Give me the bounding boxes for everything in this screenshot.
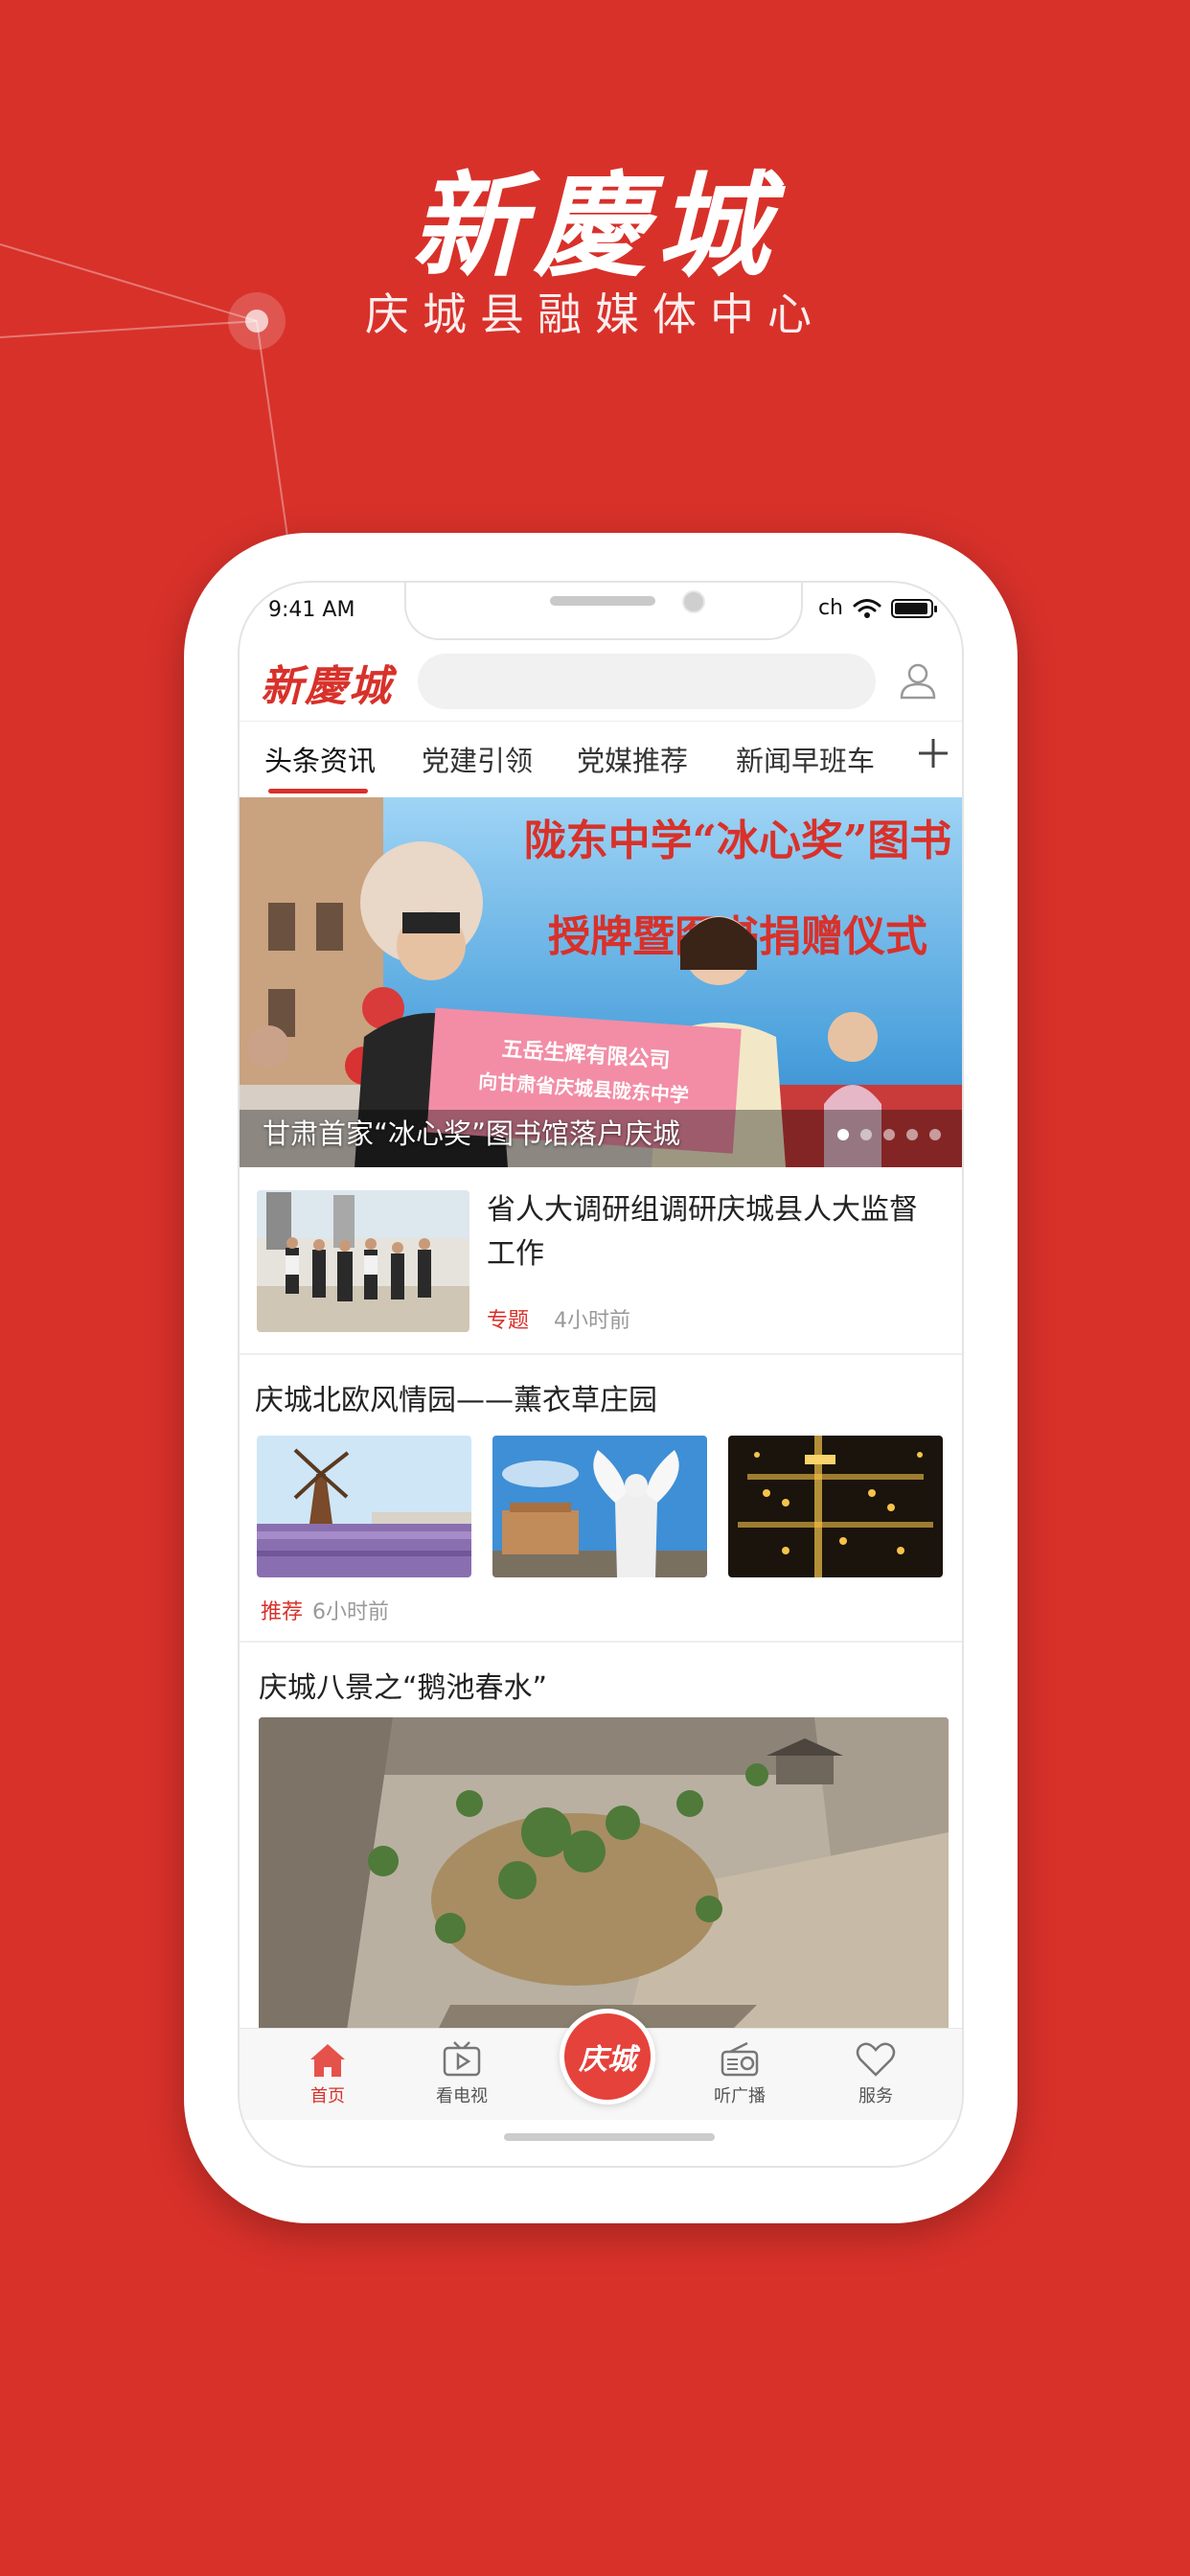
news-thumbnail <box>257 1190 469 1332</box>
user-profile-icon[interactable] <box>897 659 939 702</box>
app-header: 新慶城 <box>240 640 962 721</box>
carousel-dot[interactable] <box>883 1129 895 1140</box>
app-screen: 9:41 AM ch 新慶城 头条资讯 党建引领 党媒推荐 新闻早班车 陇东中学… <box>238 581 964 2168</box>
news-image-goose-pond <box>259 1717 949 2043</box>
tab-bar-radio[interactable]: 听广播 <box>692 2040 788 2107</box>
tab-bar-service[interactable]: 服务 <box>828 2040 924 2107</box>
carrier-label: ch <box>817 596 843 620</box>
news-time: 4小时前 <box>554 1309 630 1333</box>
tab-party-media[interactable]: 党媒推荐 <box>577 739 688 779</box>
news-title: 庆城北欧风情园——薰衣草庄园 <box>255 1384 657 1417</box>
radio-icon <box>721 2041 759 2077</box>
active-tab-indicator <box>268 789 368 794</box>
search-input[interactable] <box>418 654 876 709</box>
banner-caption: 甘肃首家“冰心奖”图书馆落户庆城 <box>263 1117 681 1150</box>
news-tag: 专题 <box>487 1309 530 1333</box>
carousel-dot[interactable] <box>837 1129 849 1140</box>
tab-bar-tv[interactable]: 看电视 <box>414 2040 510 2107</box>
camera-icon <box>682 590 705 613</box>
category-tabs: 头条资讯 党建引领 党媒推荐 新闻早班车 <box>240 721 962 797</box>
carousel-dot[interactable] <box>929 1129 941 1140</box>
tab-bar-label: 看电视 <box>436 2086 488 2106</box>
carousel-dots <box>837 1129 941 1140</box>
battery-icon <box>891 598 937 618</box>
carousel-dot[interactable] <box>906 1129 918 1140</box>
brand-subtitle: 庆城县融媒体中心 <box>365 288 825 340</box>
status-indicators: ch <box>817 596 937 620</box>
add-channel-icon[interactable] <box>912 731 954 773</box>
tab-bar-label: 听广播 <box>714 2086 766 2106</box>
tab-party-building[interactable]: 党建引领 <box>422 739 533 779</box>
phone-notch <box>404 583 803 640</box>
heart-icon <box>856 2042 896 2077</box>
hero-banner[interactable]: 陇东中学“冰心奖”图书 授牌暨图书捐赠仪式 五岳生辉有限公司 向甘肃省庆城县陇东… <box>240 797 962 1167</box>
news-item[interactable]: 庆城八景之“鹅池春水” <box>240 1643 962 2043</box>
brand-logo: 新慶城 <box>410 159 779 292</box>
news-item[interactable]: 省人大调研组调研庆城县人大监督工作 专题 4小时前 <box>240 1167 962 1355</box>
news-title: 庆城八景之“鹅池春水” <box>259 1671 548 1705</box>
news-item[interactable]: 庆城北欧风情园——薰衣草庄园 推荐 6小时前 <box>240 1355 962 1643</box>
tab-bar-label: 首页 <box>310 2086 345 2106</box>
app-logo[interactable]: 新慶城 <box>261 652 393 713</box>
tab-bar-label: 服务 <box>858 2086 893 2106</box>
news-image-night-lights <box>728 1436 943 1577</box>
news-title: 省人大调研组调研庆城县人大监督工作 <box>487 1193 918 1271</box>
home-indicator[interactable] <box>504 2133 715 2141</box>
banner-image-headline: 陇东中学“冰心奖”图书 <box>524 816 952 865</box>
news-image-row <box>257 1436 943 1577</box>
home-icon <box>310 2044 345 2077</box>
tv-icon <box>443 2041 481 2077</box>
speaker-grille <box>550 596 655 606</box>
tab-bar-home[interactable]: 首页 <box>280 2040 376 2107</box>
wifi-icon <box>853 598 881 618</box>
tab-headlines[interactable]: 头条资讯 <box>264 739 376 779</box>
status-time: 9:41 AM <box>268 598 355 622</box>
news-time: 6小时前 <box>312 1600 389 1624</box>
carousel-dot[interactable] <box>860 1129 872 1140</box>
phone-mockup: 9:41 AM ch 新慶城 头条资讯 党建引领 党媒推荐 新闻早班车 陇东中学… <box>184 533 1018 2223</box>
news-image-statue <box>492 1436 707 1577</box>
tab-morning-news[interactable]: 新闻早班车 <box>736 739 875 779</box>
center-logo-button[interactable]: 庆城 <box>560 2009 655 2104</box>
news-image-windmill <box>257 1436 471 1577</box>
news-tag: 推荐 <box>261 1600 304 1624</box>
